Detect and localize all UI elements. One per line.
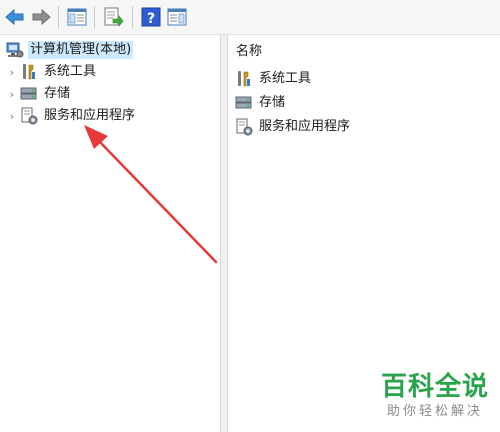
- export-list-icon[interactable]: [102, 6, 124, 28]
- pane-splitter[interactable]: [221, 35, 228, 432]
- watermark: 百科全说 助你轻松解决: [376, 372, 494, 426]
- tree-item-root[interactable]: 计算机管理(本地): [4, 40, 134, 60]
- toolbar-separator: [94, 6, 95, 28]
- tree-label-system-tools: 系统工具: [44, 64, 97, 79]
- services-applications-icon: [235, 118, 253, 136]
- show-hide-console-tree-icon[interactable]: [66, 6, 88, 28]
- toolbar: ?: [0, 0, 500, 35]
- svg-text:?: ?: [147, 11, 155, 27]
- list-label-services-applications: 服务和应用程序: [259, 119, 351, 134]
- chevron-right-icon[interactable]: ›: [6, 110, 18, 123]
- list-item-system-tools[interactable]: 系统工具: [233, 69, 313, 89]
- console-tree-pane: 计算机管理(本地) › 系统工具 › 存储 › 服务和应用程序: [0, 35, 221, 432]
- computer-management-icon: [6, 41, 24, 59]
- chevron-right-icon[interactable]: ›: [6, 66, 18, 79]
- list-label-system-tools: 系统工具: [259, 71, 312, 86]
- list-label-storage: 存储: [259, 95, 286, 110]
- column-header-name[interactable]: 名称: [236, 43, 262, 61]
- watermark-subtitle: 助你轻松解决: [386, 404, 483, 419]
- tree-item-services-applications[interactable]: › 服务和应用程序: [6, 106, 137, 126]
- back-arrow-icon[interactable]: [4, 6, 26, 28]
- show-hide-action-pane-icon[interactable]: [166, 6, 188, 28]
- toolbar-separator: [58, 6, 59, 28]
- storage-icon: [235, 94, 253, 112]
- watermark-title: 百科全说: [380, 372, 489, 402]
- forward-arrow-icon[interactable]: [30, 6, 52, 28]
- list-item-storage[interactable]: 存储: [233, 93, 287, 113]
- chevron-right-icon[interactable]: ›: [6, 88, 18, 101]
- tree-label-storage: 存储: [44, 86, 71, 101]
- system-tools-icon: [235, 70, 253, 88]
- tree-label-services-applications: 服务和应用程序: [44, 108, 136, 123]
- help-icon[interactable]: ?: [140, 6, 162, 28]
- toolbar-separator: [132, 6, 133, 28]
- list-item-services-applications[interactable]: 服务和应用程序: [233, 117, 352, 137]
- tree-item-storage[interactable]: › 存储: [6, 84, 72, 104]
- storage-icon: [20, 85, 38, 103]
- tree-item-system-tools[interactable]: › 系统工具: [6, 62, 98, 82]
- tree-label-root: 计算机管理(本地): [28, 41, 134, 59]
- system-tools-icon: [20, 63, 38, 81]
- services-applications-icon: [20, 107, 38, 125]
